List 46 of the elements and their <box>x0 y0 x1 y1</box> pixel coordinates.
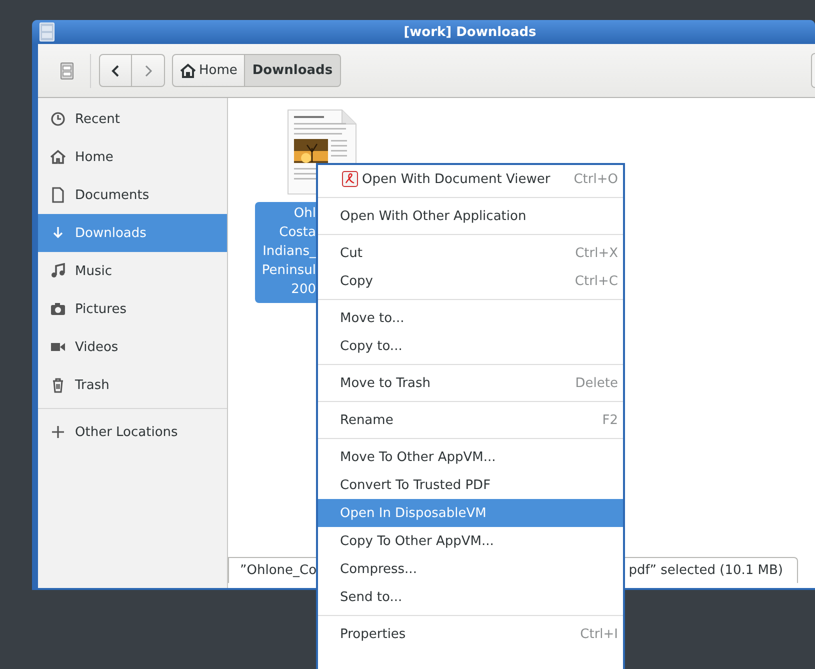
menu-item[interactable]: Rename F2 <box>318 406 623 434</box>
sidebar-item[interactable]: Trash <box>38 366 227 404</box>
trash-icon <box>50 377 66 393</box>
sidebar-item[interactable]: Pictures <box>38 290 227 328</box>
menu-item[interactable]: Copy Ctrl+C <box>318 267 623 295</box>
sidebar-item[interactable]: Other Locations <box>38 413 227 451</box>
sidebar-item[interactable]: Recent <box>38 100 227 138</box>
shortcut-text: Ctrl+O <box>574 172 618 186</box>
cabinet-icon <box>39 22 55 42</box>
sidebar-item[interactable]: Documents <box>38 176 227 214</box>
menu-item[interactable]: Move To Other AppVM... <box>318 443 623 471</box>
menu-item[interactable]: Properties Ctrl+I <box>318 620 623 648</box>
window-title: [work] Downloads <box>402 24 538 40</box>
status-text: ”Ohlone_Co <box>240 563 317 578</box>
menu-item[interactable]: Open With Other Application <box>318 202 623 230</box>
menu-item[interactable]: Compress... <box>318 555 623 583</box>
house-icon <box>180 62 196 78</box>
menu-item[interactable]: Send to... <box>318 583 623 611</box>
music-note-icon <box>50 263 66 279</box>
plus-icon <box>50 424 66 440</box>
status-text: pdf” selected (10.1 MB) <box>628 563 783 578</box>
menu-item[interactable]: Move to... <box>318 304 623 332</box>
path-button[interactable]: Home <box>172 54 246 87</box>
document-icon <box>50 187 66 203</box>
clock-icon <box>50 111 66 127</box>
shortcut-text: F2 <box>602 412 618 428</box>
menu-item[interactable]: Open With Document Viewer Ctrl+O <box>318 165 623 193</box>
menu-item[interactable]: Cut Ctrl+X <box>318 239 623 267</box>
menu-item[interactable]: Convert To Trusted PDF <box>318 471 623 499</box>
forward-icon <box>143 64 153 78</box>
shortcut-text: Ctrl+C <box>574 274 618 288</box>
sidebar-item[interactable]: Music <box>38 252 227 290</box>
sidebar-item[interactable]: Home <box>38 138 227 176</box>
shortcut-text: Delete <box>575 376 618 390</box>
shortcut-text: Ctrl+I <box>580 626 618 642</box>
path-button[interactable]: Downloads <box>245 54 341 87</box>
shortcut-text: Ctrl+X <box>575 246 618 260</box>
menu-item[interactable]: Copy to... <box>318 332 623 360</box>
menu-item[interactable]: Move to Trash Delete <box>318 369 623 397</box>
cabinet-icon <box>60 62 74 80</box>
camera-icon <box>50 301 66 317</box>
back-button[interactable] <box>99 54 132 87</box>
menu-item[interactable]: Copy To Other AppVM... <box>318 527 623 555</box>
house-icon <box>50 149 66 165</box>
back-icon <box>110 64 120 78</box>
sidebar-item[interactable]: Videos <box>38 328 227 366</box>
